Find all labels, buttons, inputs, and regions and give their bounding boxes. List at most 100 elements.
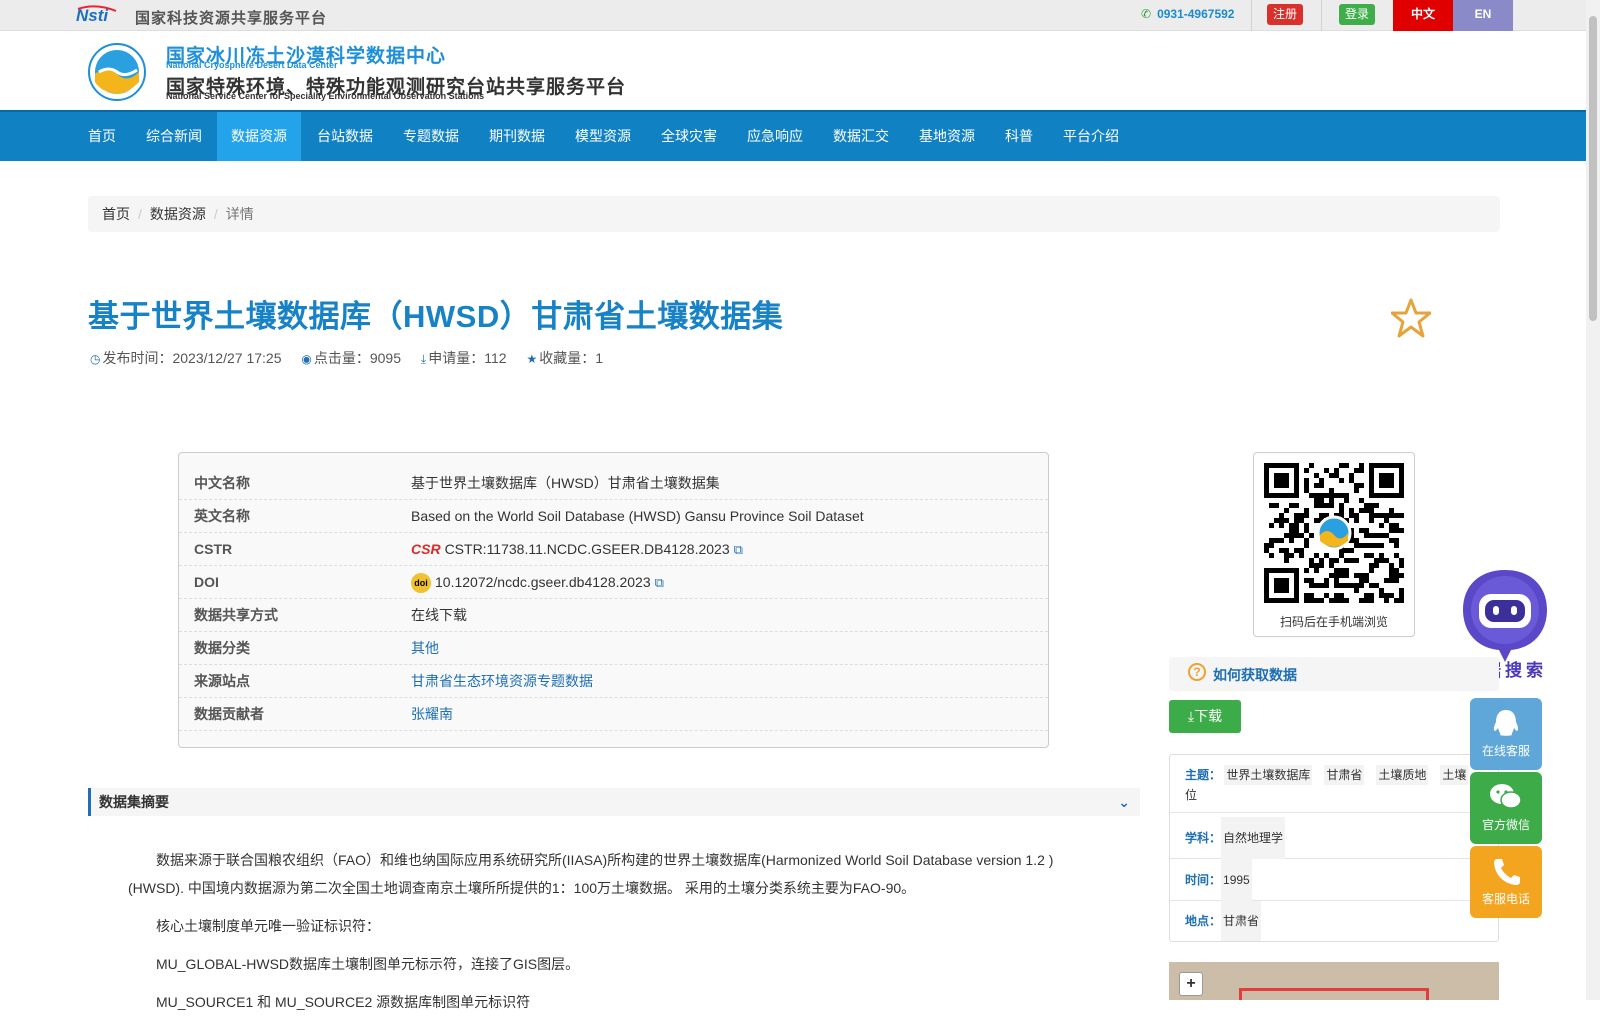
- phone-icon: ✆: [1141, 7, 1152, 21]
- tag-chip[interactable]: 土壤: [1440, 765, 1469, 785]
- nav-about[interactable]: 平台介绍: [1049, 112, 1133, 161]
- category-link[interactable]: 其他: [411, 640, 439, 656]
- how-label: 如何获取数据: [1213, 667, 1297, 683]
- clock-icon: ◷: [90, 352, 101, 366]
- qr-caption: 扫码后在手机端浏览: [1279, 615, 1388, 629]
- nav-news[interactable]: 综合新闻: [132, 112, 216, 161]
- time-row: 时间： 1995: [1170, 859, 1498, 901]
- nav-home[interactable]: 首页: [74, 112, 130, 161]
- abstract-heading: 数据集摘要: [99, 794, 169, 810]
- login-button[interactable]: 登录: [1339, 4, 1375, 25]
- external-link-icon[interactable]: ⧉: [734, 542, 743, 557]
- tag-chip[interactable]: 世界土壤数据库: [1224, 765, 1313, 785]
- fav-count: 1: [595, 350, 603, 366]
- nav-science[interactable]: 科普: [991, 112, 1047, 161]
- abstract-header[interactable]: 数据集摘要 ⌄: [88, 788, 1140, 816]
- download-button[interactable]: ⤓下载: [1169, 700, 1241, 733]
- cstr-value: CSTR:11738.11.NCDC.GSEER.DB4128.2023: [444, 541, 730, 557]
- doi-value: 10.12072/ncdc.gseer.db4128.2023: [435, 574, 651, 590]
- external-link-icon[interactable]: ⧉: [655, 575, 664, 590]
- dataset-info-table: 中文名称 基于世界土壤数据库（HWSD）甘肃省土壤数据集 英文名称 Based on…: [178, 452, 1049, 748]
- nav-global-disasters[interactable]: 全球灾害: [647, 112, 731, 161]
- table-row: DOI doi 10.12072/ncdc.gseer.db4128.2023 ⧉: [179, 566, 1048, 599]
- phone-number: ✆ 0931-4967592: [1141, 7, 1234, 21]
- row-key: CSTR: [194, 541, 233, 557]
- abstract-paragraph: 数据来源于联合国粮农组织（FAO）和维也纳国际应用系统研究所(IIASA)所构建…: [156, 852, 1054, 868]
- eye-icon: ◉: [301, 352, 312, 366]
- lang-english-button[interactable]: EN: [1453, 0, 1513, 31]
- platform2-name-en: National Service Center for Speciality E…: [166, 91, 485, 101]
- nav-journal-data[interactable]: 期刊数据: [475, 112, 559, 161]
- place-label: 地点：: [1185, 914, 1222, 928]
- online-service-label: 在线客服: [1481, 744, 1530, 758]
- chevron-down-icon[interactable]: ⌄: [1118, 788, 1130, 816]
- location-map[interactable]: +: [1169, 962, 1499, 1000]
- contributor-link[interactable]: 张耀南: [411, 706, 453, 722]
- tag-chip[interactable]: 甘肃省: [1324, 765, 1365, 785]
- scrollbar-thumb[interactable]: [1589, 16, 1597, 321]
- favorite-star-icon[interactable]: [1391, 298, 1431, 338]
- phone-icon: [1494, 859, 1520, 885]
- table-row: 数据贡献者 张耀南: [179, 698, 1048, 731]
- table-row: 数据共享方式 在线下载: [179, 599, 1048, 632]
- download-icon: ⤓: [420, 352, 427, 366]
- theme-row: 主题： 世界土壤数据库 甘肃省 土壤质地 土壤位: [1170, 765, 1498, 813]
- nav-topic-data[interactable]: 专题数据: [389, 112, 473, 161]
- scrollbar[interactable]: [1586, 0, 1600, 1000]
- service-phone-label: 客服电话: [1481, 892, 1530, 906]
- service-phone-button[interactable]: 客服电话: [1470, 846, 1542, 918]
- tag-wrap: 位: [1185, 788, 1198, 802]
- row-key: 数据分类: [194, 640, 250, 656]
- views-label: 点击量：: [313, 350, 370, 366]
- divider: [1251, 0, 1252, 31]
- tag-chip[interactable]: 1995: [1221, 859, 1252, 901]
- table-row: 中文名称 基于世界土壤数据库（HWSD）甘肃省土壤数据集: [179, 467, 1048, 500]
- wechat-icon: [1490, 784, 1522, 809]
- how-to-get-data[interactable]: ? 如何获取数据: [1169, 657, 1499, 691]
- main-nav: 首页 综合新闻 数据资源 台站数据 专题数据 期刊数据 模型资源 全球灾害 应急…: [0, 110, 1586, 161]
- online-service-button[interactable]: 在线客服: [1470, 698, 1542, 770]
- tag-chip[interactable]: 土壤质地: [1376, 765, 1429, 785]
- subject-row: 学科： 自然地理学: [1170, 817, 1498, 859]
- theme-label: 主题：: [1185, 768, 1222, 782]
- nav-emergency[interactable]: 应急响应: [733, 112, 817, 161]
- dataset-tags-panel: 主题： 世界土壤数据库 甘肃省 土壤质地 土壤位 学科： 自然地理学 时间： 1995 地…: [1169, 754, 1499, 942]
- platform-name: 国家科技资源共享服务平台: [135, 10, 328, 27]
- apply-count: 112: [484, 350, 507, 366]
- breadcrumb-home[interactable]: 首页: [102, 206, 130, 222]
- apply-label: 申请量：: [428, 350, 485, 366]
- divider: [1321, 0, 1322, 31]
- map-extent-rectangle: [1239, 988, 1429, 1000]
- dataset-meta: ◷ 发布时间：2023/12/27 17:25 ◉ 点击量：9095 ⤓ 申请量：11…: [90, 348, 619, 368]
- star-icon: ★: [526, 352, 538, 366]
- cstr-logo-icon: CSR: [411, 541, 441, 557]
- fav-label: 收藏量：: [539, 350, 596, 366]
- subject-label: 学科：: [1185, 831, 1222, 845]
- tag-chip[interactable]: 自然地理学: [1221, 817, 1286, 859]
- nav-base-resources[interactable]: 基地资源: [905, 112, 989, 161]
- breadcrumb-data-resources[interactable]: 数据资源: [150, 206, 206, 222]
- abstract-paragraph: MU_SOURCE1 和 MU_SOURCE2 源数据库制图单元标识符: [156, 994, 531, 1010]
- row-key: 英文名称: [194, 508, 250, 524]
- wechat-label: 官方微信: [1481, 818, 1530, 832]
- lang-chinese-button[interactable]: 中文: [1393, 0, 1453, 31]
- nsti-logo[interactable]: Nsti: [76, 5, 128, 25]
- data-center-logo[interactable]: [87, 42, 147, 102]
- place-row: 地点： 甘肃省: [1170, 901, 1498, 941]
- views-count: 9095: [369, 350, 402, 366]
- publish-label: 发布时间：: [102, 350, 173, 366]
- qr-code-panel: 扫码后在手机端浏览: [1253, 452, 1415, 637]
- page-title: 基于世界土壤数据库（HWSD）甘肃省土壤数据集: [88, 299, 784, 334]
- wechat-button[interactable]: 官方微信: [1470, 772, 1542, 844]
- abstract-paragraph: 核心土壤制度单元唯一验证标识符：: [156, 918, 380, 934]
- nav-data-submission[interactable]: 数据汇交: [819, 112, 903, 161]
- nav-station-data[interactable]: 台站数据: [303, 112, 387, 161]
- question-icon: ?: [1188, 663, 1206, 681]
- register-button[interactable]: 注册: [1267, 4, 1303, 25]
- zoom-in-button[interactable]: +: [1179, 972, 1203, 996]
- tag-chip[interactable]: 甘肃省: [1221, 901, 1262, 941]
- nav-data-resources[interactable]: 数据资源: [217, 112, 301, 161]
- station-link[interactable]: 甘肃省生态环境资源专题数据: [411, 673, 593, 689]
- abstract-paragraph: MU_GLOBAL-HWSD数据库土壤制图单元标示符，连接了GIS图层。: [156, 956, 580, 972]
- nav-model-resources[interactable]: 模型资源: [561, 112, 645, 161]
